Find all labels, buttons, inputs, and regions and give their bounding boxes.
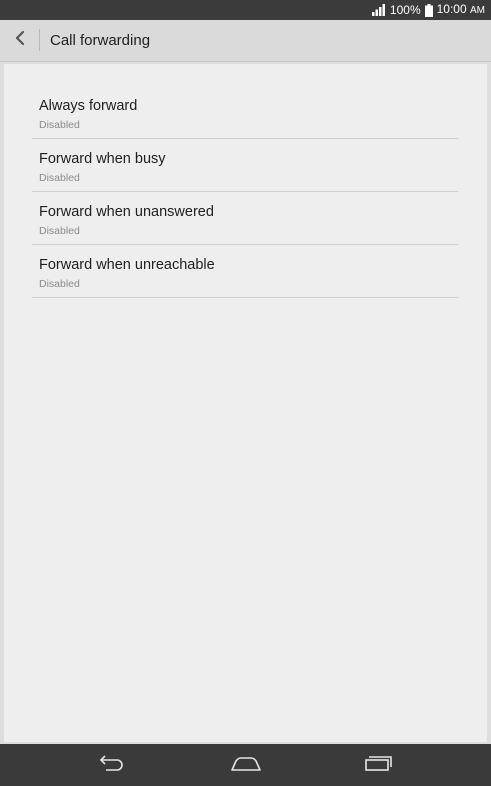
setting-summary: Disabled: [39, 278, 80, 290]
page-title: Call forwarding: [50, 32, 151, 49]
signal-icon: [371, 4, 386, 16]
nav-home-button[interactable]: [226, 753, 266, 777]
battery-icon: [424, 3, 433, 17]
nav-recents-button[interactable]: [358, 753, 398, 777]
status-bar: 100% 10:00 AM: [0, 0, 491, 20]
status-time: 10:00 AM: [437, 2, 485, 18]
navigation-bar: [0, 744, 491, 786]
nav-recents-icon: [363, 753, 393, 778]
setting-title: Forward when busy: [39, 151, 166, 167]
nav-home-icon: [230, 753, 262, 778]
action-bar: Call forwarding: [0, 20, 491, 62]
setting-forward-when-unreachable[interactable]: Forward when unreachable Disabled: [32, 245, 458, 298]
setting-always-forward[interactable]: Always forward Disabled: [32, 86, 458, 139]
content-area: Always forward Disabled Forward when bus…: [0, 62, 491, 744]
setting-forward-when-unanswered[interactable]: Forward when unanswered Disabled: [32, 192, 458, 245]
status-indicators: 100% 10:00 AM: [371, 2, 485, 18]
nav-back-icon: [97, 753, 127, 778]
nav-back-button[interactable]: [92, 753, 132, 777]
settings-panel: Always forward Disabled Forward when bus…: [4, 64, 487, 742]
action-bar-divider: [39, 29, 40, 51]
setting-summary: Disabled: [39, 119, 80, 131]
back-button[interactable]: [6, 26, 34, 54]
settings-list: Always forward Disabled Forward when bus…: [32, 86, 458, 298]
back-chevron-icon: [14, 30, 26, 51]
clock-ampm: AM: [470, 5, 485, 16]
setting-summary: Disabled: [39, 225, 80, 237]
setting-title: Always forward: [39, 98, 138, 114]
setting-title: Forward when unreachable: [39, 257, 215, 273]
setting-forward-when-busy[interactable]: Forward when busy Disabled: [32, 139, 458, 192]
setting-summary: Disabled: [39, 172, 80, 184]
setting-title: Forward when unanswered: [39, 204, 214, 220]
battery-percent: 100%: [389, 3, 421, 17]
clock-time: 10:00: [436, 2, 467, 16]
